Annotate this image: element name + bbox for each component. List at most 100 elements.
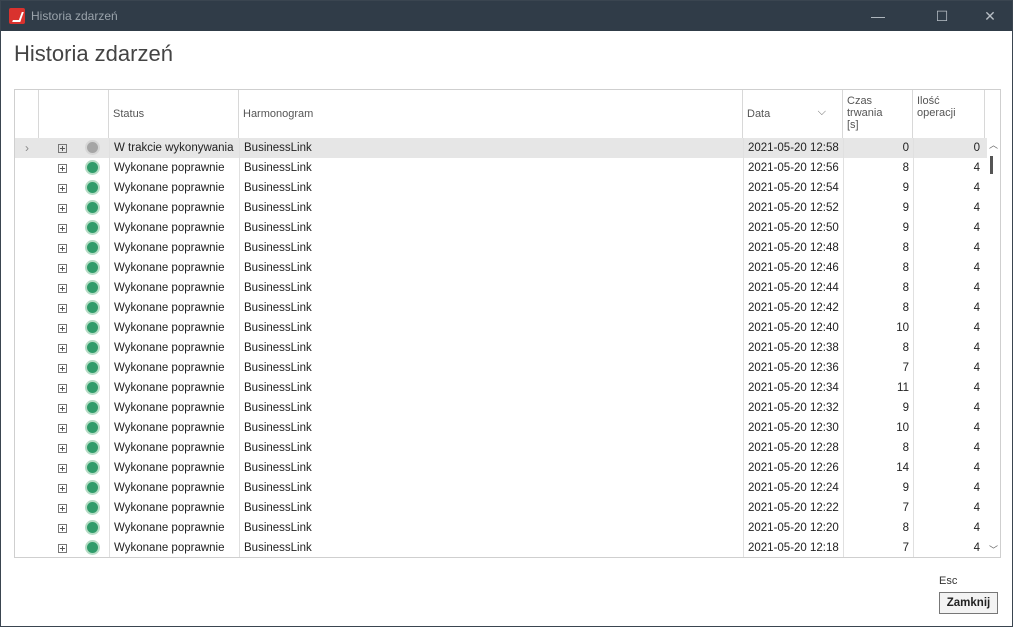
cell-czas: 9 (843, 398, 913, 418)
cell-czas: 9 (843, 218, 913, 238)
table-row[interactable]: Wykonane poprawnie BusinessLink 2021-05-20… (15, 298, 987, 318)
table-row[interactable]: Wykonane poprawnie BusinessLink 2021-05-20… (15, 258, 987, 278)
table-row[interactable]: › W trakcie wykonywania BusinessLink 2021-0… (15, 138, 987, 158)
cell-harmonogram: BusinessLink (239, 238, 743, 258)
row-indicator-icon (15, 198, 39, 218)
title-bar[interactable]: Historia zdarzeń — ☐ ✕ (1, 1, 1012, 31)
table-row[interactable]: Wykonane poprawnie BusinessLink 2021-05-20… (15, 378, 987, 398)
table-row[interactable]: Wykonane poprawnie BusinessLink 2021-05-20… (15, 238, 987, 258)
cell-czas: 9 (843, 478, 913, 498)
cell-status: Wykonane poprawnie (109, 418, 239, 438)
cell-harmonogram: BusinessLink (239, 318, 743, 338)
table-row[interactable]: Wykonane poprawnie BusinessLink 2021-05-20… (15, 218, 987, 238)
cell-czas: 8 (843, 278, 913, 298)
row-indicator-icon (15, 458, 39, 478)
column-header-ilosc[interactable]: Ilość operacji (913, 90, 985, 138)
cell-status: Wykonane poprawnie (109, 338, 239, 358)
table-row[interactable]: Wykonane poprawnie BusinessLink 2021-05-20… (15, 158, 987, 178)
minimize-button[interactable]: — (855, 1, 901, 31)
table-row[interactable]: Wykonane poprawnie BusinessLink 2021-05-20… (15, 178, 987, 198)
cell-harmonogram: BusinessLink (239, 478, 743, 498)
cell-data: 2021-05-20 12:56 (743, 158, 843, 178)
cell-status: Wykonane poprawnie (109, 398, 239, 418)
table-row[interactable]: Wykonane poprawnie BusinessLink 2021-05-20… (15, 478, 987, 498)
status-icon (77, 238, 107, 258)
header-indicator-cell (15, 90, 39, 138)
cell-harmonogram: BusinessLink (239, 178, 743, 198)
column-header-czas[interactable]: Czas trwania [s] (843, 90, 913, 138)
vertical-scrollbar[interactable]: ︿ ﹀ (987, 138, 1000, 557)
cell-harmonogram: BusinessLink (239, 258, 743, 278)
cell-harmonogram: BusinessLink (239, 458, 743, 478)
row-indicator-icon (15, 178, 39, 198)
status-icon (77, 358, 107, 378)
cell-data: 2021-05-20 12:18 (743, 538, 843, 557)
cell-data: 2021-05-20 12:20 (743, 518, 843, 538)
scroll-up-icon[interactable]: ︿ (987, 138, 1000, 152)
cell-ilosc: 4 (913, 238, 983, 258)
cell-data: 2021-05-20 12:28 (743, 438, 843, 458)
cell-ilosc: 0 (913, 138, 983, 158)
cell-ilosc: 4 (913, 338, 983, 358)
cell-harmonogram: BusinessLink (239, 518, 743, 538)
cell-czas: 0 (843, 138, 913, 158)
row-indicator-icon (15, 478, 39, 498)
table-row[interactable]: Wykonane poprawnie BusinessLink 2021-05-20… (15, 438, 987, 458)
row-indicator-icon (15, 378, 39, 398)
cell-harmonogram: BusinessLink (239, 158, 743, 178)
column-header-data[interactable]: Data ⌵ (743, 90, 843, 138)
column-header-status[interactable]: Status (109, 90, 239, 138)
cell-czas: 8 (843, 338, 913, 358)
status-icon (77, 418, 107, 438)
cell-czas: 9 (843, 198, 913, 218)
table-row[interactable]: Wykonane poprawnie BusinessLink 2021-05-20… (15, 318, 987, 338)
sort-descending-icon[interactable]: ⌵ (818, 106, 826, 119)
app-logo-icon (9, 8, 25, 24)
cell-status: Wykonane poprawnie (109, 298, 239, 318)
status-icon (77, 138, 107, 158)
row-indicator-icon (15, 298, 39, 318)
table-row[interactable]: Wykonane poprawnie BusinessLink 2021-05-20… (15, 498, 987, 518)
table-row[interactable]: Wykonane poprawnie BusinessLink 2021-05-20… (15, 458, 987, 478)
cell-status: Wykonane poprawnie (109, 238, 239, 258)
cell-data: 2021-05-20 12:50 (743, 218, 843, 238)
cell-status: Wykonane poprawnie (109, 178, 239, 198)
table-row[interactable]: Wykonane poprawnie BusinessLink 2021-05-20… (15, 278, 987, 298)
cell-czas: 8 (843, 158, 913, 178)
column-header-harmonogram[interactable]: Harmonogram (239, 90, 743, 138)
scroll-down-icon[interactable]: ﹀ (987, 543, 1000, 557)
cell-ilosc: 4 (913, 258, 983, 278)
table-row[interactable]: Wykonane poprawnie BusinessLink 2021-05-20… (15, 418, 987, 438)
cell-ilosc: 4 (913, 518, 983, 538)
status-icon (77, 398, 107, 418)
cell-harmonogram: BusinessLink (239, 338, 743, 358)
status-icon (77, 478, 107, 498)
cell-data: 2021-05-20 12:34 (743, 378, 843, 398)
cell-harmonogram: BusinessLink (239, 418, 743, 438)
row-indicator-icon (15, 438, 39, 458)
cell-data: 2021-05-20 12:32 (743, 398, 843, 418)
table-row[interactable]: Wykonane poprawnie BusinessLink 2021-05-20… (15, 518, 987, 538)
row-indicator-icon: › (25, 141, 29, 155)
cell-ilosc: 4 (913, 198, 983, 218)
cell-data: 2021-05-20 12:40 (743, 318, 843, 338)
scrollbar-thumb[interactable] (990, 156, 993, 174)
cell-harmonogram: BusinessLink (239, 298, 743, 318)
row-indicator-icon (15, 498, 39, 518)
table-row[interactable]: Wykonane poprawnie BusinessLink 2021-05-20… (15, 338, 987, 358)
cell-czas: 7 (843, 538, 913, 557)
table-row[interactable]: Wykonane poprawnie BusinessLink 2021-05-20… (15, 538, 987, 557)
cell-czas: 8 (843, 298, 913, 318)
cell-czas: 10 (843, 418, 913, 438)
maximize-button[interactable]: ☐ (919, 1, 965, 31)
close-button[interactable]: Zamknij (939, 592, 998, 614)
table-row[interactable]: Wykonane poprawnie BusinessLink 2021-05-20… (15, 358, 987, 378)
table-row[interactable]: Wykonane poprawnie BusinessLink 2021-05-20… (15, 398, 987, 418)
status-icon (77, 458, 107, 478)
cell-czas: 14 (843, 458, 913, 478)
table-row[interactable]: Wykonane poprawnie BusinessLink 2021-05-20… (15, 198, 987, 218)
close-window-button[interactable]: ✕ (967, 1, 1012, 31)
cell-ilosc: 4 (913, 378, 983, 398)
esc-shortcut-hint: Esc (939, 575, 958, 587)
cell-status: Wykonane poprawnie (109, 318, 239, 338)
